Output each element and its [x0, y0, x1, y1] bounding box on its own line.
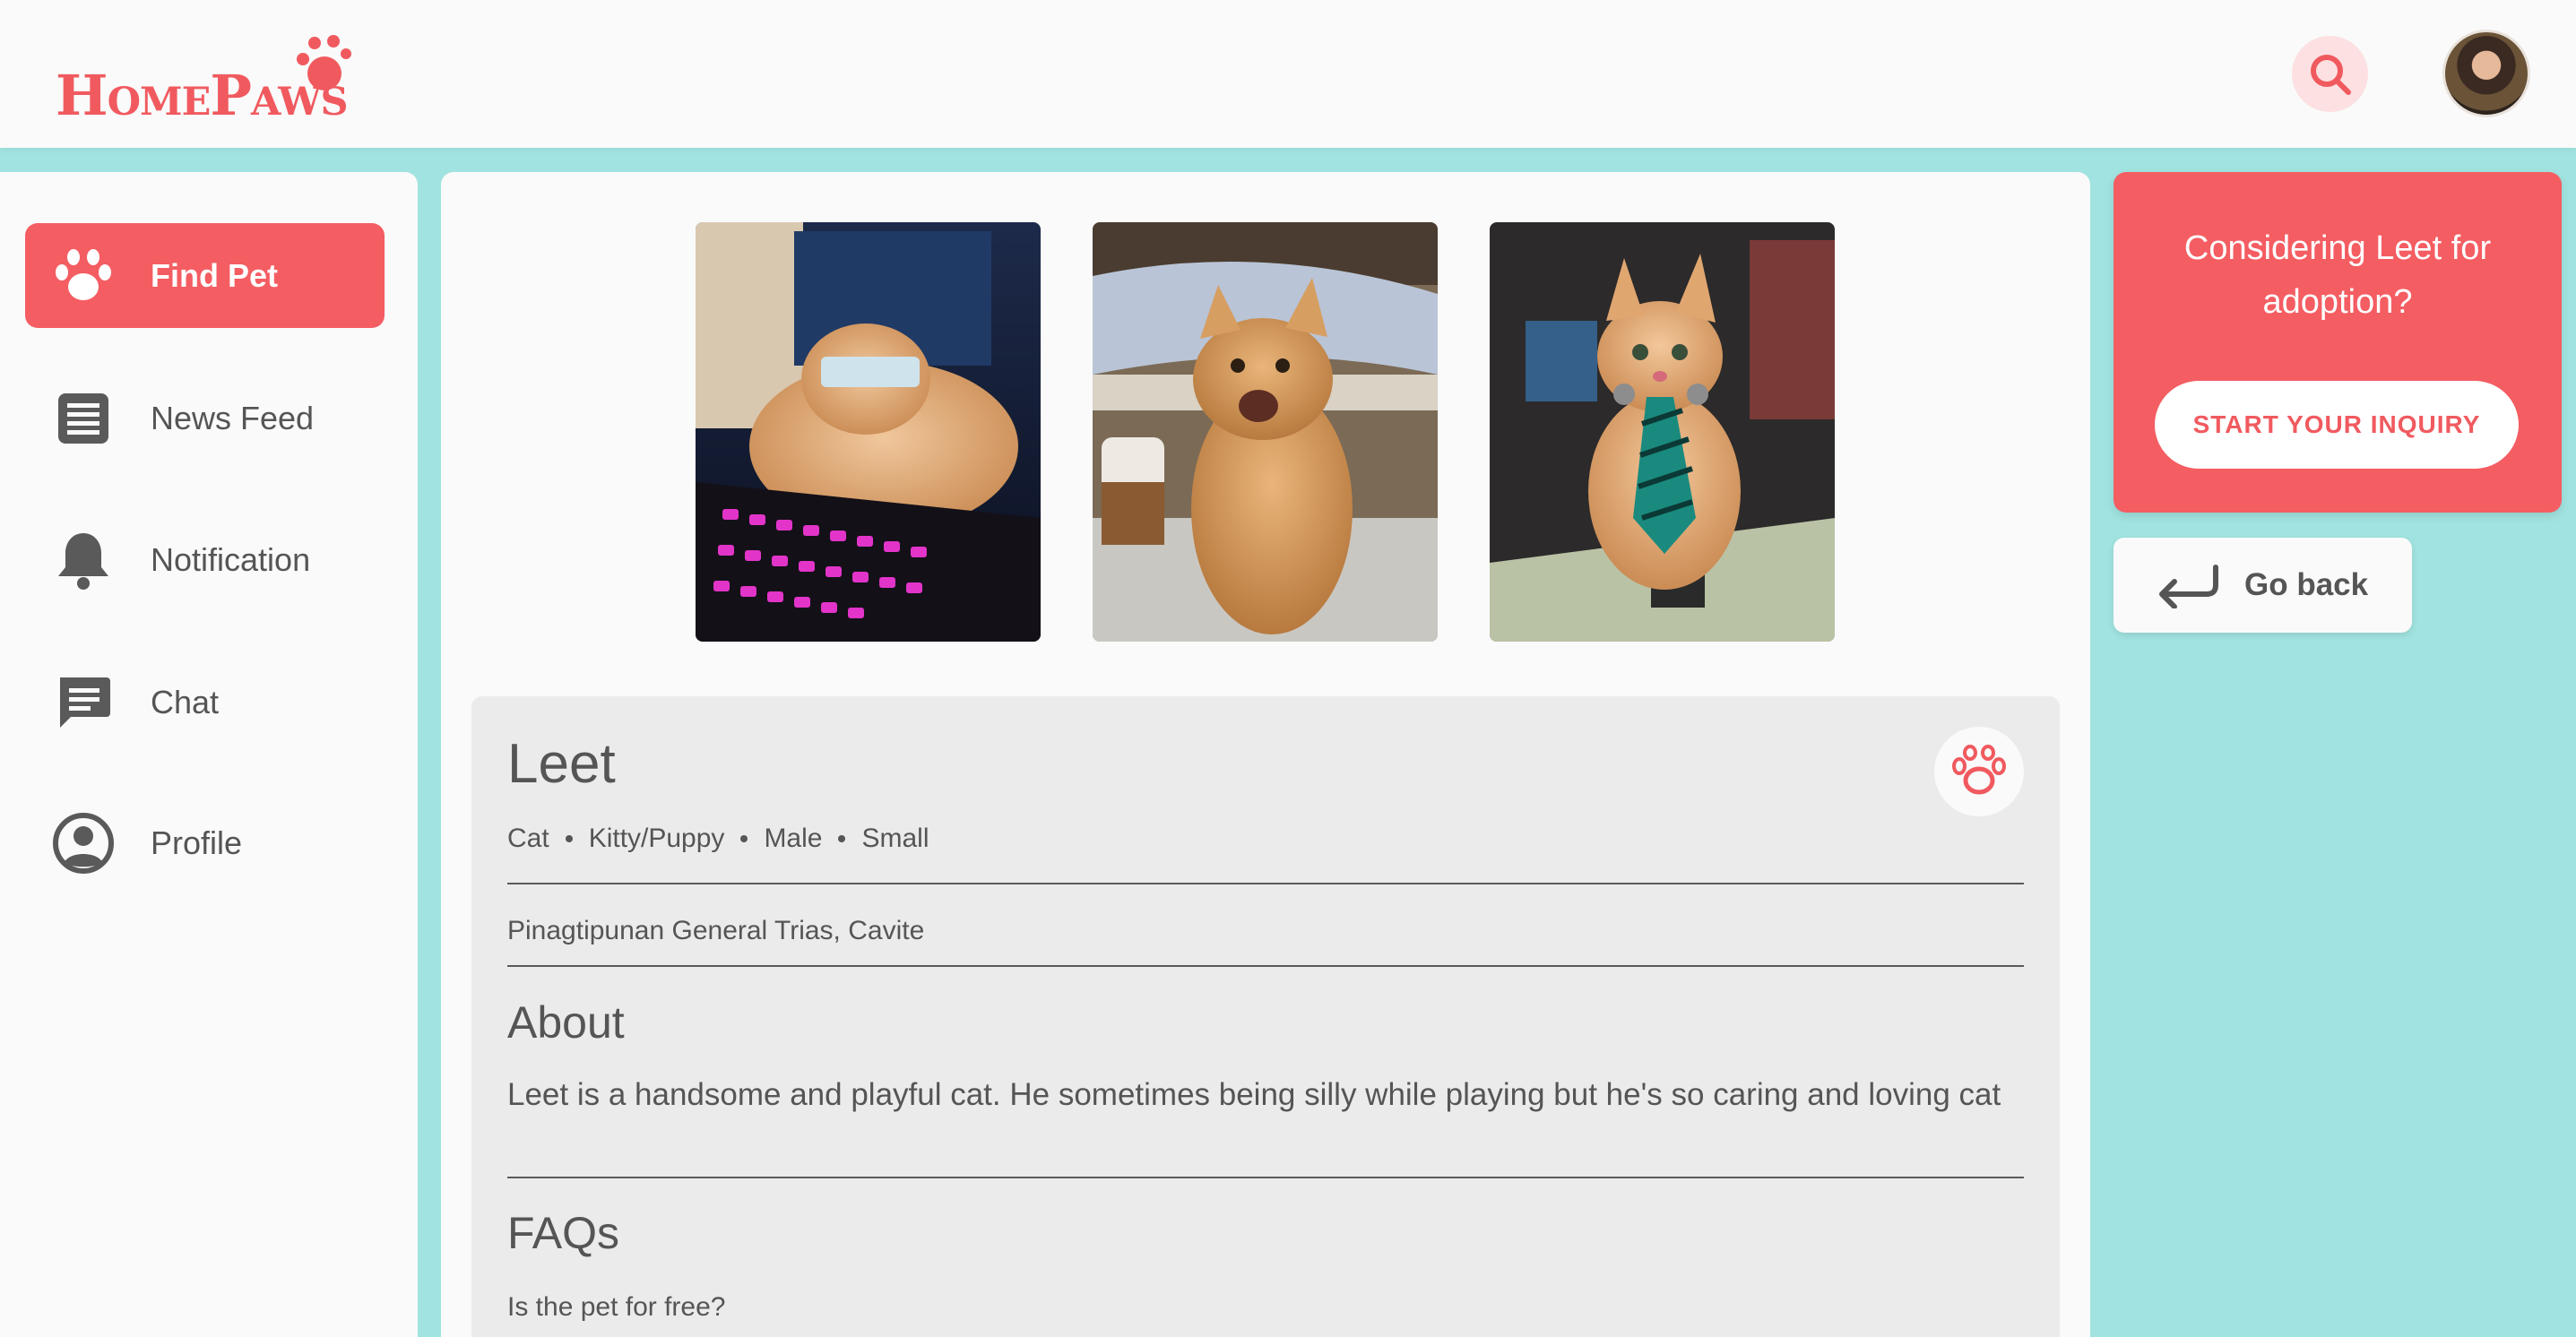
top-header: HomePaws: [0, 0, 2576, 148]
sidebar-item-find-pet[interactable]: Find Pet: [25, 223, 385, 328]
logo-paw-icon: [297, 35, 351, 91]
pet-detail-card: Leet Cat Kitty/Puppy Male Small Pinagtip…: [441, 172, 2090, 1337]
sidebar-item-label: Find Pet: [151, 256, 278, 294]
go-back-label: Go back: [2244, 567, 2369, 602]
return-arrow-icon: [2153, 558, 2225, 612]
faqs-heading: FAQs: [507, 1208, 620, 1258]
pet-tags: Cat Kitty/Puppy Male Small: [507, 824, 929, 854]
search-button[interactable]: [2292, 36, 2368, 112]
divider: [507, 965, 2024, 967]
tag-species: Cat: [507, 824, 549, 853]
bell-icon: [52, 529, 115, 591]
paw-icon: [52, 245, 115, 307]
separator-dot: [740, 835, 748, 842]
sidebar-item-label: Profile: [151, 824, 243, 861]
search-icon: [2310, 54, 2351, 95]
sidebar-item-label: Chat: [151, 683, 220, 720]
paw-outline-icon: [1952, 745, 2006, 795]
pet-photo[interactable]: [1093, 222, 1438, 642]
separator-dot: [565, 835, 573, 842]
newsfeed-icon: [52, 387, 115, 450]
sidebar-item-profile[interactable]: Profile: [25, 790, 385, 895]
tag-age: Kitty/Puppy: [588, 824, 725, 853]
profile-icon: [52, 812, 115, 875]
pet-photo[interactable]: [1490, 222, 1835, 642]
about-text: Leet is a handsome and playful cat. He s…: [507, 1077, 2001, 1112]
pet-photo[interactable]: [696, 222, 1041, 642]
sidebar-item-notification[interactable]: Notification: [25, 507, 385, 612]
tag-sex: Male: [764, 824, 823, 853]
sidebar-item-chat[interactable]: Chat: [25, 650, 385, 755]
about-heading: About: [507, 997, 625, 1048]
separator-dot: [838, 835, 846, 842]
divider: [507, 883, 2024, 884]
faq-question[interactable]: Is the pet for free?: [507, 1292, 725, 1323]
start-inquiry-button[interactable]: START YOUR INQUIRY: [2155, 381, 2519, 469]
sidebar-item-news-feed[interactable]: News Feed: [25, 366, 385, 470]
chat-icon: [52, 671, 115, 734]
adoption-inquiry-card: Considering Leet for adoption? START YOU…: [2114, 172, 2562, 513]
sidebar: Find Pet News Feed Notification Chat Pro…: [0, 172, 418, 1337]
homepaws-logo[interactable]: HomePaws: [56, 34, 351, 124]
sidebar-item-label: News Feed: [151, 399, 315, 436]
favorite-button[interactable]: [1934, 727, 2024, 816]
tag-size: Small: [861, 824, 929, 853]
avatar[interactable]: [2442, 30, 2530, 117]
pet-name: Leet: [507, 733, 616, 795]
pet-details: Leet Cat Kitty/Puppy Male Small Pinagtip…: [471, 696, 2060, 1337]
divider: [507, 1177, 2024, 1178]
inquiry-prompt: Considering Leet for adoption?: [2183, 229, 2492, 321]
go-back-button[interactable]: Go back: [2114, 538, 2412, 633]
sidebar-item-label: Notification: [151, 540, 311, 578]
pet-location: Pinagtipunan General Trias, Cavite: [507, 916, 925, 945]
